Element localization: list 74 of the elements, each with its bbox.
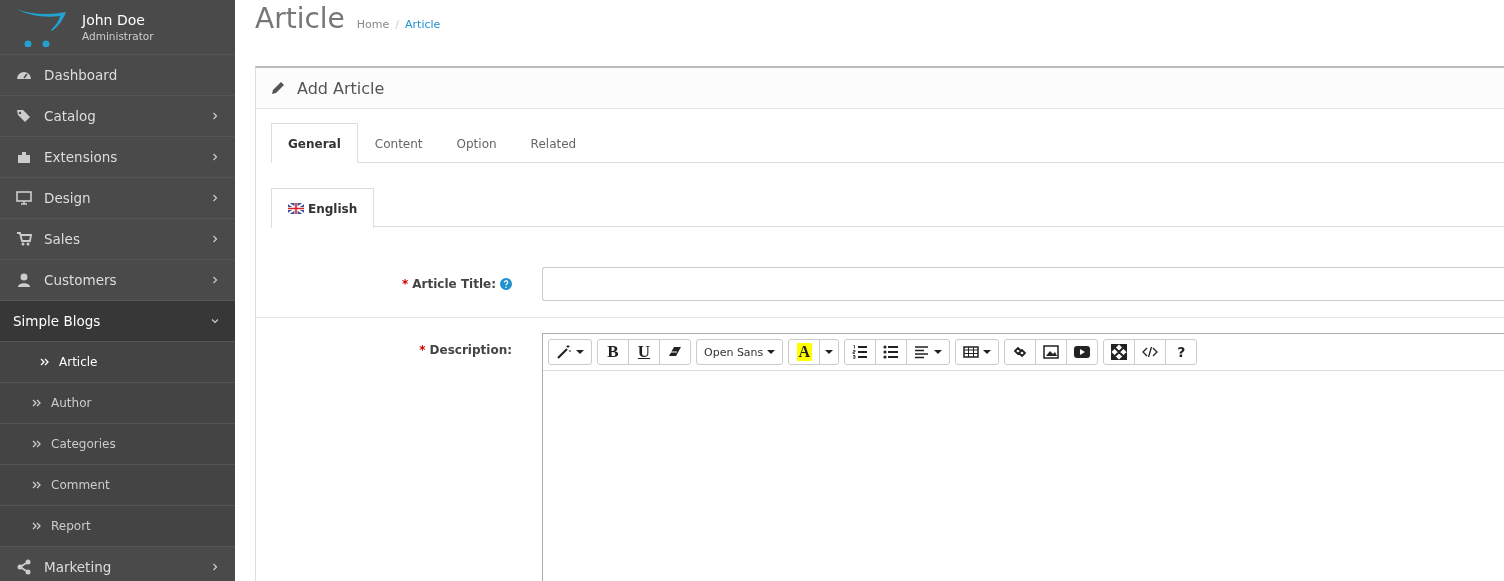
sidebar-item[interactable]: Marketing — [0, 547, 235, 581]
sidebar-item[interactable]: Extensions — [0, 137, 235, 178]
style-dropdown-button[interactable] — [548, 339, 592, 365]
help-icon — [500, 278, 512, 290]
submenu-item[interactable]: Categories — [0, 424, 235, 465]
breadcrumb-separator: / — [395, 18, 400, 31]
tab[interactable]: Related — [513, 123, 594, 163]
magic-wand-icon — [556, 344, 572, 360]
ul-button[interactable] — [875, 339, 908, 365]
tab[interactable]: General — [271, 123, 358, 163]
sidebar-item[interactable]: Sales — [0, 219, 235, 260]
link-icon — [1012, 344, 1029, 360]
required-asterisk: * — [402, 277, 409, 291]
video-button[interactable] — [1066, 339, 1099, 365]
link-button[interactable] — [1004, 339, 1037, 365]
picture-button[interactable] — [1035, 339, 1068, 365]
rich-text-editor[interactable]: B U Open Sans A ? — [542, 333, 1504, 581]
underline-button[interactable]: U — [628, 339, 660, 365]
submenu-item[interactable]: Comment — [0, 465, 235, 506]
color-dropdown-button[interactable] — [819, 339, 840, 365]
caret-icon — [983, 350, 992, 354]
bold-button[interactable]: B — [597, 339, 629, 365]
user-role: Administrator — [82, 30, 154, 42]
sidebar-item[interactable]: Catalog — [0, 96, 235, 137]
code-button[interactable] — [1134, 339, 1167, 365]
double-chevron-icon — [40, 358, 49, 366]
pencil-icon — [271, 81, 285, 95]
page-title: Article — [255, 2, 345, 35]
align-dropdown-button[interactable] — [906, 339, 951, 365]
text-color-button[interactable]: A — [788, 339, 821, 365]
article-title-input[interactable] — [542, 267, 1504, 301]
share-icon — [16, 559, 32, 575]
numbered-list-icon — [852, 344, 869, 360]
align-left-icon — [914, 344, 931, 360]
panel-title: Add Article — [297, 78, 385, 98]
language-tab[interactable]: English — [271, 188, 375, 228]
submenu-item[interactable]: Author — [0, 383, 235, 424]
field-label: Article Title: — [412, 277, 496, 291]
monitor-icon — [16, 190, 32, 206]
eraser-button[interactable] — [659, 339, 691, 365]
table-dropdown-button[interactable] — [955, 339, 1000, 365]
double-chevron-icon — [32, 522, 41, 530]
code-icon — [1142, 344, 1159, 360]
user-name: John Doe — [82, 12, 146, 28]
double-chevron-icon — [32, 399, 41, 407]
field-label: Description: — [429, 343, 512, 357]
picture-icon — [1043, 344, 1060, 360]
caret-icon — [767, 350, 776, 354]
breadcrumb-link[interactable]: Home — [356, 18, 390, 31]
sidebar-item[interactable]: Dashboard — [0, 55, 235, 96]
caret-icon — [934, 350, 943, 354]
tag-icon — [16, 108, 32, 124]
caret-icon — [825, 350, 834, 354]
submenu-item[interactable]: Report — [0, 506, 235, 547]
ol-button[interactable] — [844, 339, 877, 365]
help-button[interactable]: ? — [1165, 339, 1198, 365]
tab[interactable]: Option — [439, 123, 514, 163]
table-icon — [963, 344, 980, 360]
flag-icon — [288, 203, 304, 214]
required-asterisk: * — [419, 343, 426, 357]
fullscreen-button[interactable] — [1103, 339, 1136, 365]
video-icon — [1074, 344, 1091, 360]
bullet-list-icon — [883, 344, 900, 360]
person-icon — [16, 272, 32, 288]
submenu-item[interactable]: Article — [0, 342, 235, 383]
double-chevron-icon — [32, 481, 41, 489]
breadcrumb-link[interactable]: Article — [405, 18, 441, 31]
sidebar-item[interactable]: Design — [0, 178, 235, 219]
caret-icon — [576, 350, 584, 354]
cart-icon — [16, 231, 32, 247]
sidebar-item[interactable]: Simple Blogs — [0, 301, 235, 342]
tab[interactable]: Content — [357, 123, 440, 163]
double-chevron-icon — [32, 440, 41, 448]
font-family-dropdown[interactable]: Open Sans — [696, 339, 784, 365]
